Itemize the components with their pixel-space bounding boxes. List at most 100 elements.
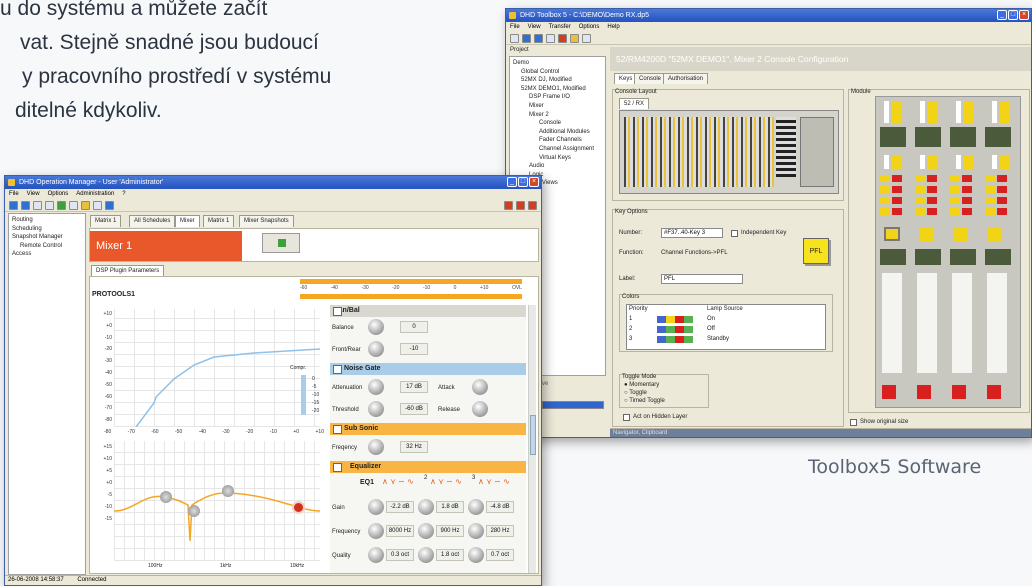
tab-matrix-1[interactable]: Matrix 1 xyxy=(90,215,122,227)
noise-gate-header[interactable]: Noise Gate xyxy=(330,363,526,375)
quality-knob-3[interactable] xyxy=(468,547,484,563)
maximize-button[interactable]: □ xyxy=(518,177,528,187)
freq-value-3[interactable]: 280 Hz xyxy=(486,525,514,537)
color-swatch-row[interactable] xyxy=(657,336,693,343)
module-selected-key[interactable] xyxy=(884,227,900,241)
tree-item-remote-control[interactable]: Remote Control xyxy=(12,242,85,251)
tree-item-snapshot-manager[interactable]: Snapshot Manager xyxy=(12,233,85,242)
quality-knob-1[interactable] xyxy=(368,547,384,563)
menu-help[interactable]: ? xyxy=(122,189,125,199)
tab-matrix-1-second[interactable]: Matrix 1 xyxy=(203,215,235,227)
act-hidden-checkbox[interactable] xyxy=(623,414,630,421)
forward-icon[interactable] xyxy=(21,201,30,210)
show-original-checkbox[interactable] xyxy=(850,419,857,426)
balance-value[interactable]: 0 xyxy=(400,321,428,333)
radio-toggle[interactable]: ○ Toggle xyxy=(624,390,647,396)
attenuation-knob[interactable] xyxy=(368,379,384,395)
layout-tab[interactable]: 52 / RX xyxy=(619,98,650,109)
eq-band-handle[interactable] xyxy=(222,485,234,497)
attenuation-value[interactable]: 17 dB xyxy=(400,381,428,393)
eq-filter-shapes-3[interactable]: ∧ ⋎ ∽ ∿ xyxy=(478,477,510,486)
pfl-key-preview[interactable]: PFL xyxy=(803,238,829,264)
tab-mixer-snapshots[interactable]: Mixer Snapshots xyxy=(239,215,294,227)
gain-value-3[interactable]: -4.8 dB xyxy=(486,501,514,513)
tree-item[interactable]: Demo xyxy=(513,59,605,68)
quality-value-1[interactable]: 0.3 oct xyxy=(386,549,414,561)
toolbox-titlebar[interactable]: DHD Toolbox 5 - C:\DEMO\Demo RX.dp5 _ □ × xyxy=(506,9,1031,22)
quality-knob-2[interactable] xyxy=(418,547,434,563)
mixer-button[interactable] xyxy=(262,233,300,253)
tree-item[interactable]: Audio xyxy=(513,162,605,171)
new-icon[interactable] xyxy=(510,34,519,43)
mixer-icon[interactable] xyxy=(93,201,102,210)
grid-icon[interactable] xyxy=(69,201,78,210)
tree-item[interactable]: Mixer xyxy=(513,102,605,111)
open-icon[interactable] xyxy=(522,34,531,43)
gain-knob-2[interactable] xyxy=(418,499,434,515)
equalizer-header[interactable]: Equalizer xyxy=(330,461,526,473)
table-icon[interactable] xyxy=(105,201,114,210)
maximize-button[interactable]: □ xyxy=(1008,10,1018,20)
tree-item[interactable]: 52MX DJ, Modified xyxy=(513,76,605,85)
menu-administration[interactable]: Administration xyxy=(76,189,114,199)
menu-options[interactable]: Options xyxy=(48,189,69,199)
exit-icon[interactable] xyxy=(528,201,537,210)
tree-item[interactable]: Fader Channels xyxy=(513,136,605,145)
frequency-value[interactable]: 32 Hz xyxy=(400,441,428,453)
snapshot-icon[interactable] xyxy=(81,201,90,210)
module-faders[interactable] xyxy=(882,273,1016,373)
release-knob[interactable] xyxy=(472,401,488,417)
front-rear-knob[interactable] xyxy=(368,341,384,357)
label-field[interactable]: PFL xyxy=(661,274,743,284)
tree-item-scheduling[interactable]: Scheduling xyxy=(12,225,85,234)
console-layout-preview[interactable] xyxy=(619,110,839,194)
tab-authorisation[interactable]: Authorisation xyxy=(663,73,709,84)
menu-file[interactable]: File xyxy=(510,22,520,32)
tab-all-schedules[interactable]: All Schedules xyxy=(129,215,176,227)
back-icon[interactable] xyxy=(9,201,18,210)
freq-knob-2[interactable] xyxy=(418,523,434,539)
freq-value-1[interactable]: 8000 Hz xyxy=(386,525,414,537)
tab-mixer[interactable]: Mixer xyxy=(175,215,200,227)
menu-file[interactable]: File xyxy=(9,189,19,199)
tree-item[interactable]: Additional Modules xyxy=(513,128,605,137)
eq-graph[interactable] xyxy=(114,441,320,561)
color-swatch-row[interactable] xyxy=(657,316,693,323)
front-rear-value[interactable]: -10 xyxy=(400,343,428,355)
config-icon[interactable] xyxy=(570,34,579,43)
threshold-value[interactable]: -60 dB xyxy=(400,403,428,415)
eq-filter-shapes[interactable]: ∧ ⋎ ∽ ∿ xyxy=(382,477,414,486)
radio-momentary[interactable]: ● Momentary xyxy=(624,382,659,388)
gain-knob-3[interactable] xyxy=(468,499,484,515)
quality-value-2[interactable]: 1.8 oct xyxy=(436,549,464,561)
tree-item[interactable]: Console xyxy=(513,119,605,128)
opman-titlebar[interactable]: DHD Operation Manager - User 'Administra… xyxy=(5,176,541,189)
gain-knob-1[interactable] xyxy=(368,499,384,515)
tab-console[interactable]: Console xyxy=(634,73,667,84)
eq-band-handle[interactable] xyxy=(160,491,172,503)
gain-value-1[interactable]: -2.2 dB xyxy=(386,501,414,513)
close-button[interactable]: × xyxy=(1019,10,1029,20)
tree-item-routing[interactable]: Routing xyxy=(12,216,85,225)
frequency-knob[interactable] xyxy=(368,439,384,455)
threshold-knob[interactable] xyxy=(368,401,384,417)
matrix-icon[interactable] xyxy=(33,201,42,210)
menu-help[interactable]: Help xyxy=(607,22,619,32)
list-icon[interactable] xyxy=(45,201,54,210)
module-preview[interactable] xyxy=(875,96,1021,408)
number-field[interactable]: #F37..40-Key 3 xyxy=(661,228,723,238)
independent-key-checkbox[interactable] xyxy=(731,230,738,237)
print-icon[interactable] xyxy=(546,34,555,43)
eq-band-handle[interactable] xyxy=(188,505,200,517)
tree-item[interactable]: DSP Frame I/O xyxy=(513,93,605,102)
help-icon[interactable] xyxy=(582,34,591,43)
tree-item[interactable]: Virtual Keys xyxy=(513,154,605,163)
tree-item[interactable]: Mixer 2 xyxy=(513,111,605,120)
schedule-icon[interactable] xyxy=(57,201,66,210)
minimize-button[interactable]: _ xyxy=(997,10,1007,20)
tab-dsp-plugin-parameters[interactable]: DSP Plugin Parameters xyxy=(91,265,165,276)
scrollbar-thumb[interactable] xyxy=(530,415,536,455)
attack-knob[interactable] xyxy=(472,379,488,395)
gain-value-2[interactable]: 1.8 dB xyxy=(436,501,464,513)
transfer-icon[interactable] xyxy=(558,34,567,43)
